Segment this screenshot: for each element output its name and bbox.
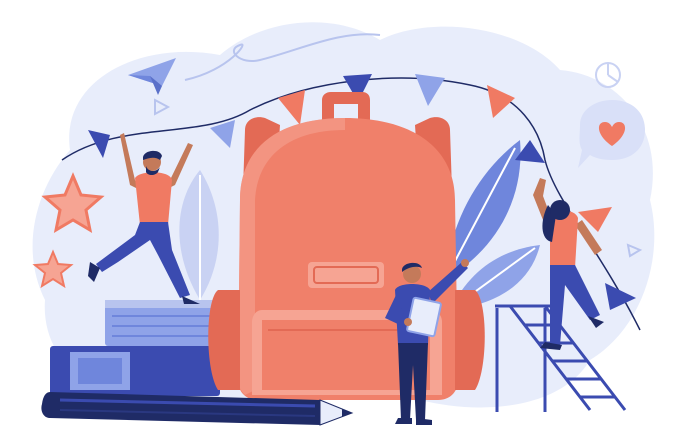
- pie-chart-shape: [607, 74, 619, 83]
- clipboard-icon: [406, 296, 442, 338]
- backpack-icon: [208, 92, 485, 400]
- back-to-school-illustration: [0, 0, 675, 431]
- illustration-canvas: [32, 22, 655, 426]
